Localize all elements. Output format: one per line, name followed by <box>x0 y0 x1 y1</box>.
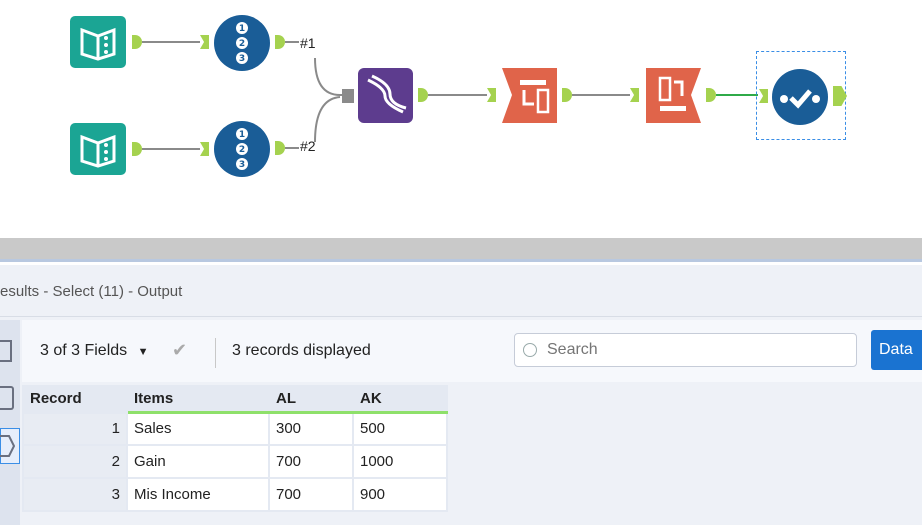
results-sidebar <box>0 320 20 525</box>
input-data-tool-1[interactable] <box>70 16 126 68</box>
join-multiple-tool[interactable] <box>358 68 413 123</box>
input-anchor[interactable] <box>630 88 639 102</box>
fields-label: 3 of 3 Fields <box>40 342 128 359</box>
multi-input-anchor[interactable] <box>342 89 354 103</box>
search-icon <box>523 343 537 357</box>
svg-text:3: 3 <box>239 160 245 170</box>
record-id-tool-2[interactable]: 1 2 3 <box>213 120 271 178</box>
cell: 900 <box>352 477 448 512</box>
connection <box>285 41 299 43</box>
active-connection <box>716 94 758 96</box>
connection <box>142 148 200 150</box>
record-cell: 1 <box>22 411 128 446</box>
column-header[interactable]: Items <box>126 385 270 414</box>
column-header[interactable]: AL <box>268 385 354 414</box>
table-header-row: Record Items AL AK <box>22 385 448 414</box>
output-anchor[interactable] <box>833 86 847 106</box>
results-toolbar: 3 of 3 Fields ▼ ✔ 3 records displayed Da… <box>22 320 922 382</box>
svg-text:1: 1 <box>239 24 245 34</box>
data-button[interactable]: Data <box>871 330 922 370</box>
cell: 700 <box>268 477 354 512</box>
output-anchor[interactable] <box>706 88 716 102</box>
metadata-view-icon[interactable] <box>0 428 20 464</box>
transpose-icon <box>502 68 557 123</box>
output-anchor[interactable] <box>132 142 142 156</box>
cell: Gain <box>126 444 270 479</box>
caret-down-icon: ▼ <box>137 346 149 358</box>
select-tool[interactable] <box>756 51 847 140</box>
crosstab-icon <box>646 68 701 123</box>
results-table: Record Items AL AK 1 Sales 300 500 2 Gai… <box>22 385 448 512</box>
connection <box>572 94 630 96</box>
book-icon <box>70 16 126 68</box>
column-header[interactable]: AK <box>352 385 448 414</box>
output-anchor[interactable] <box>562 88 572 102</box>
table-view-icon[interactable] <box>0 386 14 410</box>
apply-check-icon[interactable]: ✔ <box>172 340 187 361</box>
book-icon <box>70 123 126 175</box>
results-title: esults - Select (11) - Output <box>0 265 922 317</box>
checkmark-icon <box>772 69 828 125</box>
record-id-icon: 1 2 3 <box>214 15 270 71</box>
results-panel: esults - Select (11) - Output 3 of 3 Fie… <box>0 265 922 525</box>
records-count: 3 records displayed <box>232 342 371 359</box>
cell: Sales <box>126 411 270 446</box>
connection <box>285 147 299 149</box>
cell: 300 <box>268 411 354 446</box>
table-row[interactable]: 1 Sales 300 500 <box>22 411 448 446</box>
panel-splitter[interactable] <box>0 238 922 262</box>
record-id-tool-1[interactable]: 1 2 3 <box>213 14 271 72</box>
transpose-tool[interactable] <box>502 68 557 123</box>
record-cell: 2 <box>22 444 128 479</box>
input-anchor[interactable] <box>759 89 768 103</box>
search-box[interactable] <box>514 333 857 367</box>
input-data-tool-2[interactable] <box>70 123 126 175</box>
svg-text:2: 2 <box>239 39 245 49</box>
table-row[interactable]: 2 Gain 700 1000 <box>22 444 448 479</box>
cell: 500 <box>352 411 448 446</box>
search-input[interactable] <box>547 338 847 362</box>
cell: 1000 <box>352 444 448 479</box>
svg-text:3: 3 <box>239 54 245 64</box>
cell: 700 <box>268 444 354 479</box>
toolbar-divider <box>215 338 216 368</box>
dna-icon <box>358 68 413 123</box>
output-anchor[interactable] <box>275 141 285 155</box>
fields-dropdown[interactable]: 3 of 3 Fields ▼ <box>40 342 149 360</box>
input-anchor[interactable] <box>200 35 209 49</box>
svg-text:2: 2 <box>239 145 245 155</box>
join-label-1: #1 <box>300 35 316 51</box>
output-anchor[interactable] <box>418 88 428 102</box>
record-id-icon: 1 2 3 <box>214 121 270 177</box>
connection <box>142 41 200 43</box>
input-anchor[interactable] <box>487 88 496 102</box>
svg-text:1: 1 <box>239 130 245 140</box>
input-anchor[interactable] <box>200 142 209 156</box>
column-header[interactable]: Record <box>22 385 128 414</box>
cell: Mis Income <box>126 477 270 512</box>
crosstab-tool[interactable] <box>646 68 701 123</box>
workflow-canvas[interactable]: 123 #1 123 #2 <box>0 0 922 238</box>
output-anchor[interactable] <box>275 35 285 49</box>
output-anchor[interactable] <box>132 35 142 49</box>
table-row[interactable]: 3 Mis Income 700 900 <box>22 477 448 512</box>
connection <box>428 94 487 96</box>
list-view-icon[interactable] <box>0 340 12 362</box>
record-cell: 3 <box>22 477 128 512</box>
